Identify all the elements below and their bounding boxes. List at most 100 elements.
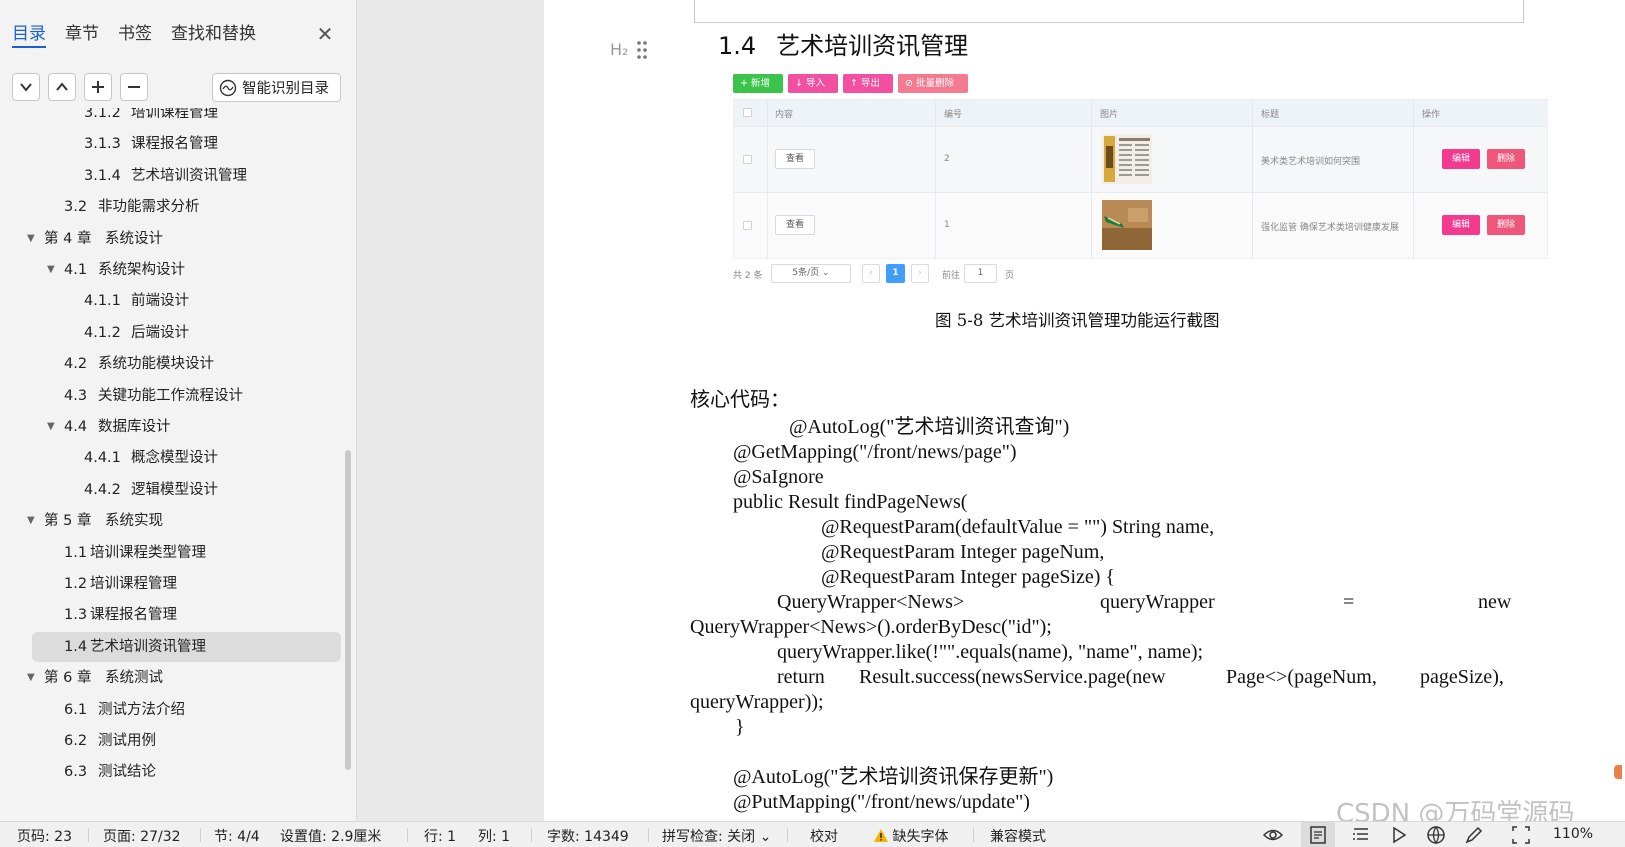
fit-page-icon[interactable]: [1510, 824, 1532, 846]
toc-item[interactable]: 3.1.3 课程报名管理: [32, 129, 341, 159]
tab-find-replace[interactable]: 查找和替换: [171, 22, 256, 48]
toc-item[interactable]: 4.2 系统功能模块设计: [32, 349, 341, 379]
status-divider: [407, 828, 408, 842]
status-missing-font[interactable]: 缺失字体: [874, 826, 948, 846]
tab-toc[interactable]: 目录: [12, 22, 46, 48]
expand-up-button[interactable]: [48, 73, 76, 101]
status-zoom[interactable]: 110%: [1553, 826, 1593, 842]
code-line: QueryWrapper<News>().orderByDesc("id");: [690, 616, 1052, 638]
fig-col-divider: [1091, 100, 1092, 258]
page-view-icon[interactable]: [1307, 824, 1329, 846]
fig-view-button: 查看: [775, 149, 815, 169]
status-row[interactable]: 行: 1: [424, 826, 456, 846]
header-rule: [694, 22, 1524, 23]
toc-toolbar: [12, 73, 148, 101]
toc-item-label: 艺术培训资讯管理: [131, 167, 247, 184]
toc-item[interactable]: 4.1.1 前端设计: [32, 286, 341, 316]
toc-item[interactable]: 4.4.1 概念模型设计: [32, 443, 341, 473]
toc-item[interactable]: 3.2 非功能需求分析: [32, 192, 341, 222]
code-token: QueryWrapper<News>: [777, 591, 965, 613]
drag-handle-icon[interactable]: [636, 40, 648, 60]
toc-item-number: 4.4.1: [84, 450, 121, 467]
code-line: @SaIgnore: [733, 466, 824, 488]
close-icon[interactable]: ✕: [315, 24, 335, 44]
toc-item-label: 后端设计: [131, 324, 189, 341]
toc-item-label: 系统功能模块设计: [98, 356, 214, 373]
toc-item[interactable]: 4.3 关键功能工作流程设计: [32, 381, 341, 411]
expand-triangle-icon[interactable]: ▼: [27, 663, 35, 693]
remove-toc-button[interactable]: [120, 73, 148, 101]
fig-batch-delete-label: ⊘ 批量删除: [905, 78, 954, 89]
status-page[interactable]: 页面: 27/32: [103, 826, 181, 846]
toc-item[interactable]: 1.3 课程报名管理: [32, 600, 341, 630]
status-compat-mode[interactable]: 兼容模式: [990, 826, 1046, 846]
code-token: pageSize),: [1420, 666, 1504, 688]
web-view-icon[interactable]: [1425, 824, 1447, 846]
toc-item[interactable]: ▼ 4.1 系统架构设计: [32, 255, 341, 285]
toc-scrollbar[interactable]: [345, 450, 351, 770]
tab-chapters[interactable]: 章节: [65, 22, 99, 48]
status-word-count[interactable]: 字数: 14349: [547, 826, 629, 846]
toc-item-number: 3.2: [64, 199, 88, 216]
fig-batch-delete-button: ⊘ 批量删除: [898, 74, 968, 93]
toc-item[interactable]: ▼ 第 5 章系统实现: [27, 506, 341, 536]
tab-bookmarks[interactable]: 书签: [118, 22, 152, 48]
toc-list: 3.1.2 培训课程管理 3.1.3 课程报名管理 3.1.4 艺术培训资讯管理 3.2 非功…: [0, 108, 344, 821]
expand-triangle-icon[interactable]: ▼: [47, 412, 55, 442]
expand-triangle-icon[interactable]: ▼: [27, 224, 35, 254]
fig-row-title: 美术类艺术培训如何突围: [1261, 157, 1361, 167]
toc-item[interactable]: 3.1.2 培训课程管理: [32, 108, 341, 128]
toc-item[interactable]: ▼ 4.4 数据库设计: [32, 412, 341, 442]
pen-icon[interactable]: [1463, 824, 1485, 846]
toc-item-number: 1.3: [64, 607, 88, 624]
status-page-code[interactable]: 页码: 23: [17, 826, 72, 846]
play-icon[interactable]: [1388, 824, 1410, 846]
toc-item[interactable]: 6.2 测试用例: [32, 726, 341, 756]
code-line: }: [735, 716, 745, 738]
fig-col-content: 内容: [775, 110, 794, 120]
margin-mark-left: [694, 0, 695, 22]
toc-item-label: 艺术培训资讯管理: [90, 638, 206, 655]
toc-item[interactable]: 4.1.2 后端设计: [32, 318, 341, 348]
toc-item[interactable]: 1.1 培训课程类型管理: [32, 538, 341, 568]
status-divider: [973, 828, 974, 842]
smart-recognize-icon: [219, 79, 237, 96]
status-col[interactable]: 列: 1: [478, 826, 510, 846]
status-divider: [88, 828, 89, 842]
fig-add-button: + 新增: [733, 74, 783, 93]
toc-item[interactable]: 3.1.4 艺术培训资讯管理: [32, 161, 341, 191]
collapse-down-button[interactable]: [12, 73, 40, 101]
toc-item[interactable]: 6.3 测试结论: [32, 757, 341, 787]
toc-item[interactable]: 1.2 培训课程管理: [32, 569, 341, 599]
expand-triangle-icon[interactable]: ▼: [27, 506, 35, 536]
fig-delete-button: 删除: [1487, 215, 1525, 235]
smart-toc-button[interactable]: 智能识别目录: [212, 73, 341, 102]
expand-triangle-icon[interactable]: ▼: [47, 255, 55, 285]
toc-item-label: 逻辑模型设计: [131, 481, 218, 498]
toc-item-label: 培训课程管理: [90, 576, 177, 592]
add-toc-button[interactable]: [84, 73, 112, 101]
code-token: =: [1343, 591, 1355, 613]
toc-item-number: 3.1.3: [84, 136, 121, 153]
toc-item[interactable]: ▼ 第 4 章系统设计: [27, 224, 341, 254]
status-section[interactable]: 节: 4/4: [214, 826, 260, 846]
toc-item[interactable]: ▼ 第 6 章系统测试: [27, 663, 341, 693]
fig-export-label: ↑ 导出: [850, 78, 880, 89]
warning-icon: [874, 829, 888, 842]
status-setting[interactable]: 设置值: 2.9厘米: [280, 826, 381, 846]
fig-pagination: 共 2 条 5条/页 ⌄ ‹ 1 › 前往 1 页: [733, 264, 1548, 284]
fig-page-suffix: 页: [1005, 271, 1015, 281]
smart-toc-label: 智能识别目录: [242, 81, 329, 97]
toc-item[interactable]: 1.4 艺术培训资讯管理: [32, 631, 341, 662]
fig-row-checkbox: [743, 221, 752, 230]
fig-next-icon: ›: [911, 264, 929, 283]
status-proofread[interactable]: 校对: [810, 826, 838, 846]
code-token: queryWrapper: [1100, 591, 1215, 613]
toc-item[interactable]: 4.4.2 逻辑模型设计: [32, 475, 341, 505]
eye-icon[interactable]: [1262, 824, 1284, 846]
status-spell-check[interactable]: 拼写检查: 关闭 ⌄: [662, 826, 771, 846]
outline-view-icon[interactable]: [1350, 824, 1372, 846]
toc-item[interactable]: 6.1 测试方法介绍: [32, 695, 341, 725]
toc-item-number: 4.1.2: [84, 324, 121, 341]
toc-item-number: 第 4 章: [44, 230, 92, 247]
